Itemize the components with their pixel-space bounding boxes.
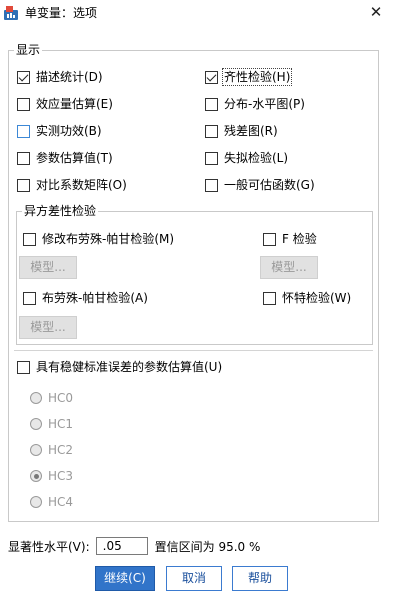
cancel-button[interactable]: 取消 [166,566,222,591]
checkbox-box[interactable] [17,178,30,192]
contrast-matrix-checkbox[interactable]: 对比系数矩阵(O) [17,177,127,193]
residual-plot-checkbox[interactable]: 残差图(R) [205,123,278,139]
modified-breusch-pagan-checkbox[interactable]: 修改布劳殊-帕甘检验(M) [23,231,174,247]
checkbox-label: 一般可估函数(G) [224,178,315,192]
radio-label: HC4 [48,495,74,509]
checkbox-label: 残差图(R) [224,124,278,138]
observed-power-checkbox[interactable]: 实测功效(B) [17,123,102,139]
hc1-radio[interactable]: HC1 [30,416,73,432]
radio-dot[interactable] [30,496,42,508]
display-legend: 显示 [14,43,43,57]
parameter-estimates-checkbox[interactable]: 参数估算值(T) [17,150,113,166]
checkbox-box[interactable] [17,151,30,165]
checkbox-box[interactable] [205,124,218,138]
radio-label: HC1 [48,417,74,431]
descriptive-stats-checkbox[interactable]: 描述统计(D) [17,69,103,85]
checkbox-label: 修改布劳殊-帕甘检验(M) [42,232,175,246]
checkbox-box[interactable] [205,70,218,84]
checkbox-box[interactable] [263,291,276,305]
checkbox-label: 效应量估算(E) [36,97,113,111]
hetero-legend: 异方差性检验 [22,204,99,218]
separator [14,350,373,351]
checkbox-box[interactable] [205,151,218,165]
checkbox-label: 实测功效(B) [36,124,102,138]
checkbox-label: 具有稳健标准误差的参数估算值(U) [36,360,223,374]
checkbox-box[interactable] [17,360,30,374]
f-test-checkbox[interactable]: F 检验 [263,231,317,247]
radio-label: HC0 [48,391,74,405]
radio-dot[interactable] [30,444,42,456]
model-button-f-test[interactable]: 模型... [260,256,318,279]
checkbox-label: 分布-水平图(P) [224,97,305,111]
checkbox-box[interactable] [17,97,30,111]
radio-dot[interactable] [30,418,42,430]
lack-of-fit-checkbox[interactable]: 失拟检验(L) [205,150,288,166]
general-estimable-function-checkbox[interactable]: 一般可估函数(G) [205,177,315,193]
help-button[interactable]: 帮助 [232,566,288,591]
checkbox-box[interactable] [205,97,218,111]
checkbox-label: 对比系数矩阵(O) [36,178,127,192]
app-icon [4,6,18,20]
checkbox-label: 参数估算值(T) [36,151,113,165]
model-button-bp[interactable]: 模型... [19,316,77,339]
radio-dot[interactable] [30,470,42,482]
significance-row: 显著性水平(V): .05 置信区间为 95.0 % [8,536,260,556]
hc4-radio[interactable]: HC4 [30,494,73,510]
checkbox-label: 描述统计(D) [36,70,103,84]
hc0-radio[interactable]: HC0 [30,390,73,406]
continue-button[interactable]: 继续(C) [95,566,155,591]
hc3-radio[interactable]: HC3 [30,468,73,484]
radio-label: HC2 [48,443,74,457]
checkbox-label: 布劳殊-帕甘检验(A) [42,291,148,305]
white-test-checkbox[interactable]: 怀特检验(W) [263,290,351,306]
model-button-modified-bp[interactable]: 模型... [19,256,77,279]
radio-dot[interactable] [30,392,42,404]
checkbox-label: 齐性检验(H) [222,68,293,86]
significance-label: 显著性水平(V): [8,539,90,554]
checkbox-box[interactable] [205,178,218,192]
checkbox-label: 怀特检验(W) [282,291,352,305]
effect-size-checkbox[interactable]: 效应量估算(E) [17,96,113,112]
robust-se-checkbox[interactable]: 具有稳健标准误差的参数估算值(U) [17,359,222,375]
breusch-pagan-checkbox[interactable]: 布劳殊-帕甘检验(A) [23,290,148,306]
hc2-radio[interactable]: HC2 [30,442,73,458]
checkbox-box[interactable] [23,232,36,246]
close-icon[interactable]: ✕ [366,2,386,22]
checkbox-box[interactable] [23,291,36,305]
confidence-interval-text: 置信区间为 95.0 % [154,539,261,554]
checkbox-box[interactable] [263,232,276,246]
checkbox-label: 失拟检验(L) [224,151,289,165]
significance-input[interactable]: .05 [95,537,148,555]
checkbox-label: F 检验 [282,232,317,246]
checkbox-box[interactable] [17,124,30,138]
window-title: 单变量：选项 [25,6,98,20]
radio-label: HC3 [48,469,74,483]
title-bar: 单变量：选项 ✕ [0,0,393,26]
checkbox-box[interactable] [17,70,30,84]
spread-level-plot-checkbox[interactable]: 分布-水平图(P) [205,96,305,112]
homogeneity-test-checkbox[interactable]: 齐性检验(H) [205,68,293,86]
